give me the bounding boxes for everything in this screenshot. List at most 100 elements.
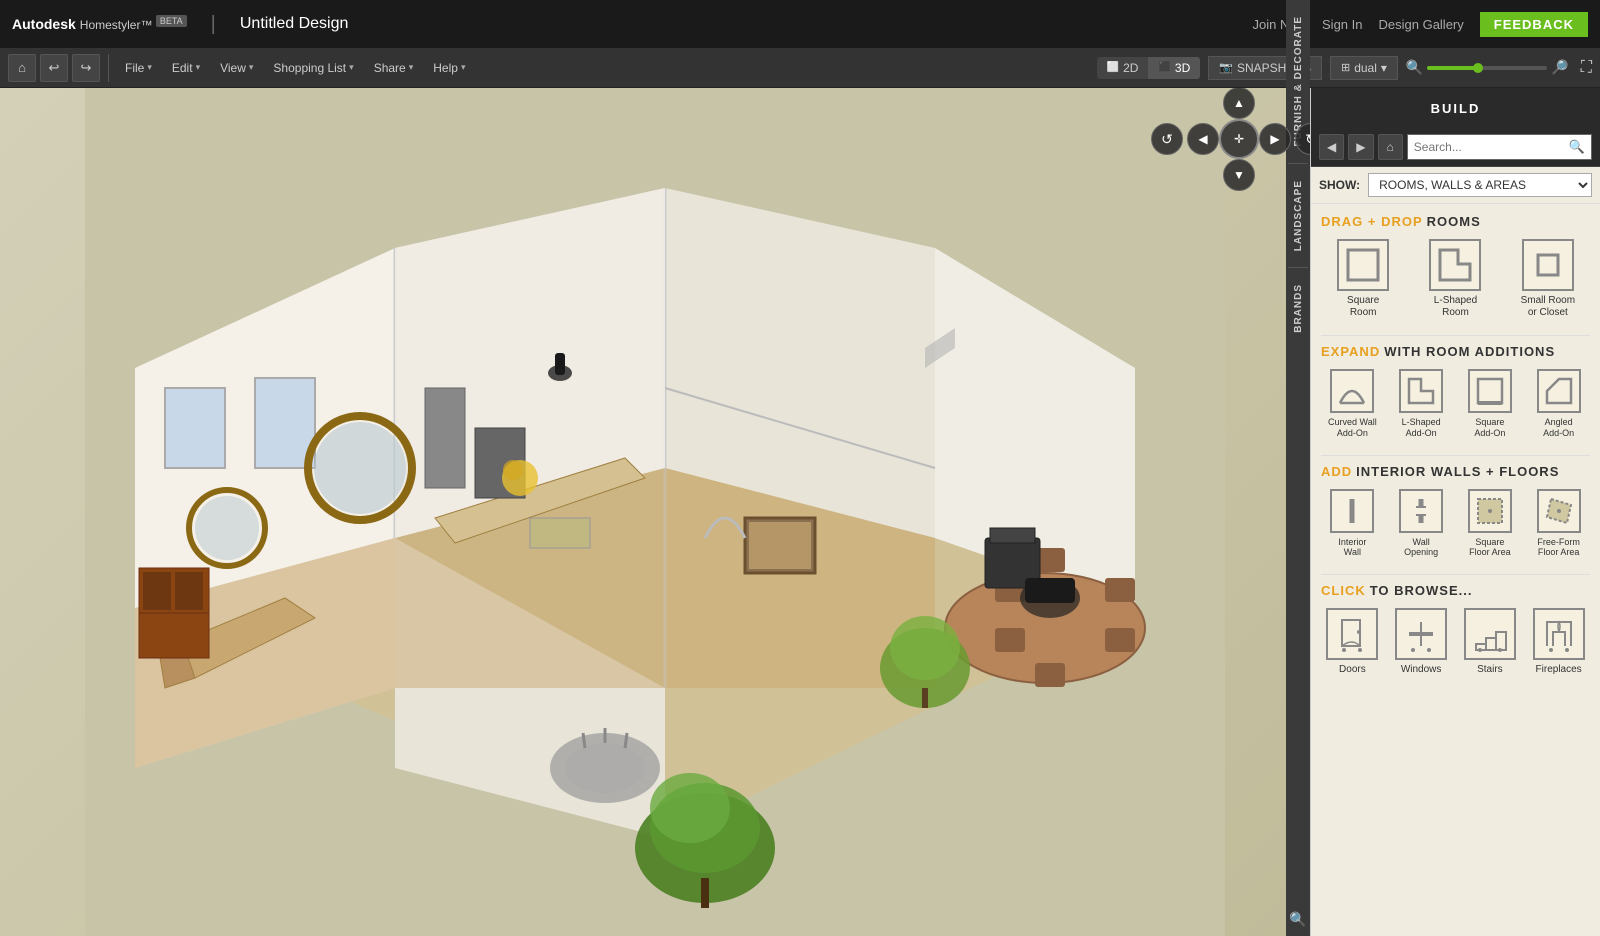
panel-forward-button[interactable]: ▶ bbox=[1348, 134, 1373, 160]
panel-back-button[interactable]: ◀ bbox=[1319, 134, 1344, 160]
square-floor-label: SquareFloor Area bbox=[1469, 537, 1511, 559]
view-toggle-group: ⬜ 2D ⬛ 3D bbox=[1097, 57, 1201, 79]
viewport-3d[interactable]: ↺ ▲ ◀ ✛ bbox=[0, 88, 1310, 936]
design-title: Untitled Design bbox=[240, 15, 349, 33]
title-bar-left: Autodesk Homestyler™ BETA | Untitled Des… bbox=[12, 13, 348, 36]
curved-wall-item[interactable]: Curved WallAdd-On bbox=[1321, 369, 1384, 439]
edit-menu[interactable]: Edit ▾ bbox=[164, 57, 208, 79]
panel-search-submit[interactable]: 🔍 bbox=[1569, 139, 1585, 155]
angled-addon-item[interactable]: AngledAdd-On bbox=[1527, 369, 1590, 439]
windows-item[interactable]: Windows bbox=[1390, 608, 1453, 675]
dual-label: dual bbox=[1354, 61, 1377, 75]
logo-homestyler: Homestyler™ BETA bbox=[80, 16, 187, 32]
toolbar-right: ⬜ 2D ⬛ 3D 📷 SNAPSHOTS ⊞ dual ▾ 🔍 � bbox=[1097, 56, 1592, 80]
view-menu[interactable]: View ▾ bbox=[212, 57, 261, 79]
nav-down-button[interactable]: ▼ bbox=[1223, 159, 1255, 191]
nav-center-button[interactable]: ✛ bbox=[1219, 119, 1259, 159]
show-select[interactable]: ROOMS, WALLS & AREAS ALL FLOORS ONLY bbox=[1368, 173, 1592, 197]
nav-up-button[interactable]: ▲ bbox=[1223, 88, 1255, 119]
zoom-out-icon[interactable]: 🔍 bbox=[1406, 59, 1423, 76]
square-room-item[interactable]: SquareRoom bbox=[1321, 239, 1405, 319]
square-room-shape bbox=[1337, 239, 1389, 291]
main-area: ↺ ▲ ◀ ✛ bbox=[0, 88, 1600, 936]
small-room-item[interactable]: Small Roomor Closet bbox=[1506, 239, 1590, 319]
sign-in-link[interactable]: Sign In bbox=[1322, 17, 1362, 32]
expand-button[interactable]: ⛶ bbox=[1581, 59, 1592, 77]
freeform-floor-label: Free-FormFloor Area bbox=[1537, 537, 1580, 559]
feedback-button[interactable]: FEEDBACK bbox=[1480, 12, 1588, 37]
zoom-in-icon[interactable]: 🔎 bbox=[1551, 59, 1568, 76]
angled-addon-label: AngledAdd-On bbox=[1543, 417, 1574, 439]
edit-menu-label: Edit bbox=[172, 61, 193, 75]
file-menu[interactable]: File ▾ bbox=[117, 57, 160, 79]
view-2d-label: 2D bbox=[1123, 61, 1138, 75]
wall-opening-svg bbox=[1405, 495, 1437, 527]
shopping-list-menu[interactable]: Shopping List ▾ bbox=[265, 57, 361, 79]
doors-shape bbox=[1326, 608, 1378, 660]
wall-opening-shape bbox=[1399, 489, 1443, 533]
nav-left-button[interactable]: ◀ bbox=[1187, 123, 1219, 155]
drag-drop-header: DRAG + DROP ROOMS bbox=[1321, 214, 1590, 229]
square-floor-item[interactable]: SquareFloor Area bbox=[1459, 489, 1522, 559]
shopping-menu-label: Shopping List bbox=[273, 61, 346, 75]
small-room-label: Small Roomor Closet bbox=[1521, 295, 1575, 319]
fireplaces-label: Fireplaces bbox=[1536, 664, 1582, 675]
help-menu-label: Help bbox=[433, 61, 458, 75]
doors-svg bbox=[1332, 614, 1372, 654]
panel-search-input[interactable] bbox=[1414, 140, 1569, 154]
brands-tab[interactable]: BRANDS bbox=[1289, 268, 1308, 349]
freeform-floor-shape bbox=[1537, 489, 1581, 533]
stairs-item[interactable]: Stairs bbox=[1459, 608, 1522, 675]
curved-wall-label: Curved WallAdd-On bbox=[1328, 417, 1377, 439]
dual-arrow: ▾ bbox=[1381, 61, 1387, 75]
zoom-slider[interactable] bbox=[1427, 66, 1547, 70]
curved-wall-svg bbox=[1336, 375, 1368, 407]
doors-item[interactable]: Doors bbox=[1321, 608, 1384, 675]
interior-wall-item[interactable]: InteriorWall bbox=[1321, 489, 1384, 559]
wall-opening-item[interactable]: WallOpening bbox=[1390, 489, 1453, 559]
sq-addon-label: SquareAdd-On bbox=[1474, 417, 1505, 439]
browse-grid: Doors Windows bbox=[1321, 608, 1590, 675]
add-label-normal: INTERIOR WALLS + FLOORS bbox=[1356, 464, 1559, 479]
l-addon-item[interactable]: L-ShapedAdd-On bbox=[1390, 369, 1453, 439]
share-menu[interactable]: Share ▾ bbox=[366, 57, 422, 79]
rotate-left-button[interactable]: ↺ bbox=[1151, 123, 1183, 155]
view-3d-button[interactable]: ⬛ 3D bbox=[1148, 57, 1200, 79]
nav-right-button[interactable]: ▶ bbox=[1259, 123, 1291, 155]
panel-home-button[interactable]: ⌂ bbox=[1378, 134, 1403, 160]
view-2d-button[interactable]: ⬜ 2D bbox=[1097, 57, 1149, 79]
fireplaces-item[interactable]: Fireplaces bbox=[1527, 608, 1590, 675]
windows-svg bbox=[1401, 614, 1441, 654]
panel-search-icon[interactable]: 🔍 bbox=[1285, 903, 1310, 936]
undo-button[interactable]: ↩ bbox=[40, 54, 68, 82]
dual-button[interactable]: ⊞ dual ▾ bbox=[1330, 56, 1398, 80]
panel-content: DRAG + DROP ROOMS SquareRoom bbox=[1311, 204, 1600, 936]
home-button[interactable]: ⌂ bbox=[8, 54, 36, 82]
click-label-highlight: CLICK bbox=[1321, 583, 1366, 598]
browse-header: CLICK TO BROWSE... bbox=[1321, 583, 1590, 598]
l-shaped-room-item[interactable]: L-ShapedRoom bbox=[1413, 239, 1497, 319]
rotate-right-button[interactable]: ↻ bbox=[1295, 123, 1310, 155]
drag-drop-label-highlight: DRAG + DROP bbox=[1321, 214, 1423, 229]
ff-floor-svg bbox=[1543, 495, 1575, 527]
sq-floor-svg bbox=[1474, 495, 1506, 527]
nav-cell-bl bbox=[1187, 159, 1219, 191]
wall-opening-label: WallOpening bbox=[1404, 537, 1438, 559]
autodesk-logo: Autodesk Homestyler™ BETA bbox=[12, 16, 187, 32]
fireplaces-shape bbox=[1533, 608, 1585, 660]
redo-button[interactable]: ↪ bbox=[72, 54, 100, 82]
panel-nav: ◀ ▶ ⌂ 🔍 bbox=[1311, 128, 1600, 167]
zoom-bar: 🔍 🔎 bbox=[1406, 59, 1569, 76]
expand-label-highlight: EXPAND bbox=[1321, 344, 1380, 359]
help-menu[interactable]: Help ▾ bbox=[425, 57, 473, 79]
edit-menu-arrow: ▾ bbox=[196, 62, 201, 73]
sq-addon-shape bbox=[1468, 369, 1512, 413]
design-gallery-link[interactable]: Design Gallery bbox=[1379, 17, 1464, 32]
freeform-floor-item[interactable]: Free-FormFloor Area bbox=[1527, 489, 1590, 559]
fireplaces-svg bbox=[1539, 614, 1579, 654]
expand-header: EXPAND WITH ROOM ADDITIONS bbox=[1321, 344, 1590, 359]
sq-addon-item[interactable]: SquareAdd-On bbox=[1459, 369, 1522, 439]
click-label-normal: TO BROWSE... bbox=[1370, 583, 1473, 598]
canvas-area[interactable]: ↺ ▲ ◀ ✛ bbox=[0, 88, 1310, 936]
scene-svg bbox=[0, 88, 1310, 936]
